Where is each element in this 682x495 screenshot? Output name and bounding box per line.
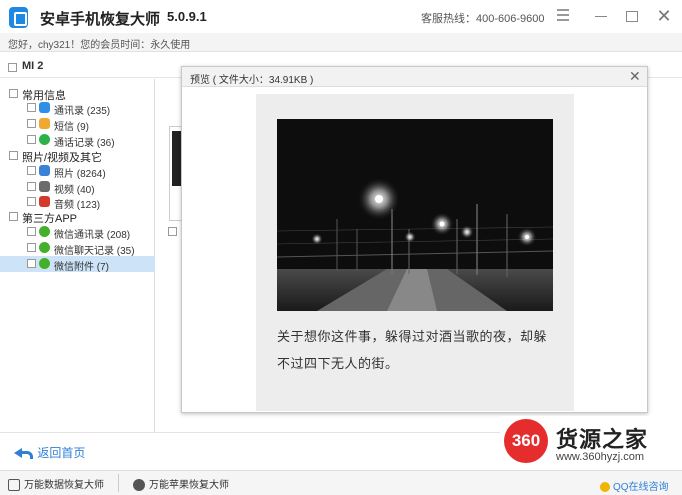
wechat-icon: [39, 242, 50, 253]
sidebar-item-wechat-contacts[interactable]: 微信通讯录 (208): [0, 224, 155, 241]
category-media[interactable]: 照片/视频及其它: [0, 148, 155, 164]
apple-recovery-link[interactable]: 万能苹果恢复大师: [133, 476, 229, 492]
sidebar-item-videos[interactable]: 视频 (40): [0, 179, 155, 196]
sidebar-item-label: 照片 (8264): [54, 169, 106, 180]
sidebar-item-label: 微信通讯录 (208): [54, 230, 131, 241]
sidebar-item-label: 微信附件 (7): [54, 262, 109, 273]
qq-icon: [600, 482, 610, 493]
preview-photo: [277, 119, 553, 311]
item-checkbox[interactable]: [27, 259, 36, 268]
category-checkbox[interactable]: [9, 151, 18, 160]
app-version: 5.0.9.1: [167, 9, 207, 24]
sidebar-item-wechat-attachments[interactable]: 微信附件 (7): [0, 256, 155, 273]
data-recovery-link[interactable]: 万能数据恢复大师: [8, 476, 104, 492]
item-checkbox[interactable]: [27, 182, 36, 191]
photo-icon: [39, 165, 50, 176]
device-checkbox[interactable]: [8, 63, 17, 72]
membership-text: 您好，chy321！您的会员时间：永久使用: [8, 40, 191, 51]
preview-dialog: 预览 ( 文件大小：34.91KB ) ✕ 关于想你这件事，躲得过对酒当歌的夜，…: [181, 66, 648, 413]
contacts-icon: [39, 102, 50, 113]
item-checkbox[interactable]: [27, 227, 36, 236]
sidebar-item-photos[interactable]: 照片 (8264): [0, 163, 155, 180]
item-checkbox[interactable]: [27, 135, 36, 144]
close-button[interactable]: ✕: [654, 6, 674, 26]
hotline-text: 客服热线：400-606-9600: [421, 13, 545, 25]
back-home-button[interactable]: 返回首页: [14, 444, 85, 461]
thumbnail-checkbox[interactable]: [168, 227, 177, 236]
data-recovery-icon: [8, 479, 20, 492]
watermark-url: www.360hyzj.com: [556, 451, 645, 463]
sidebar-item-label: 短信 (9): [54, 122, 89, 133]
sidebar-item-label: 通话记录 (36): [54, 138, 115, 149]
sidebar-item-call-log[interactable]: 通话记录 (36): [0, 132, 155, 149]
watermark-title: 货源之家: [556, 427, 649, 452]
watermark-logo: 360: [504, 419, 548, 463]
category-third-party[interactable]: 第三方APP: [0, 209, 155, 225]
preview-caption: 关于想你这件事，躲得过对酒当歌的夜，却躲不过四下无人的街。: [277, 329, 548, 371]
back-arrow-icon: [14, 447, 33, 459]
phone-icon: [39, 134, 50, 145]
footer-bar: 万能数据恢复大师 万能苹果恢复大师 QQ在线咨询: [0, 470, 682, 495]
title-bar: 安卓手机恢复大师 5.0.9.1 客服热线：400-606-9600 ✕: [0, 0, 682, 33]
sms-icon: [39, 118, 50, 129]
item-checkbox[interactable]: [27, 103, 36, 112]
minimize-button[interactable]: [591, 6, 611, 26]
watermark: 360 货源之家 www.360hyzj.com: [500, 416, 682, 468]
wechat-icon: [39, 258, 50, 269]
video-icon: [39, 181, 50, 192]
category-checkbox[interactable]: [9, 212, 18, 221]
sidebar-item-label: 通讯录 (235): [54, 106, 111, 117]
category-sidebar: 常用信息 通讯录 (235) 短信 (9) 通话记录 (36) 照片/视频及其它…: [0, 79, 155, 432]
app-logo-icon: [9, 7, 28, 28]
app-title: 安卓手机恢复大师: [40, 11, 161, 28]
sidebar-item-contacts[interactable]: 通讯录 (235): [0, 100, 155, 117]
preview-image-area: 关于想你这件事，躲得过对酒当歌的夜，却躲不过四下无人的街。: [256, 94, 574, 411]
wechat-icon: [39, 226, 50, 237]
menu-icon[interactable]: [553, 6, 573, 26]
preview-close-button[interactable]: ✕: [629, 68, 641, 85]
back-home-label: 返回首页: [37, 446, 86, 460]
item-checkbox[interactable]: [27, 197, 36, 206]
item-checkbox[interactable]: [27, 166, 36, 175]
category-checkbox[interactable]: [9, 89, 18, 98]
item-checkbox[interactable]: [27, 119, 36, 128]
sidebar-item-audio[interactable]: 音频 (123): [0, 194, 155, 211]
sidebar-item-wechat-chats[interactable]: 微信聊天记录 (35): [0, 240, 155, 257]
apple-icon: [133, 479, 145, 492]
qq-consult-link[interactable]: QQ在线咨询: [600, 478, 669, 493]
audio-icon: [39, 196, 50, 207]
membership-bar: 您好，chy321！您的会员时间：永久使用: [0, 33, 682, 52]
sidebar-item-label: 微信聊天记录 (35): [54, 246, 135, 257]
item-checkbox[interactable]: [27, 243, 36, 252]
footer-item-label: 万能苹果恢复大师: [149, 480, 229, 491]
qq-label: QQ在线咨询: [613, 482, 669, 493]
footer-divider: [118, 474, 119, 492]
device-name: MI 2: [22, 60, 44, 72]
footer-item-label: 万能数据恢复大师: [24, 480, 104, 491]
preview-title: 预览 ( 文件大小：34.91KB ): [190, 75, 314, 86]
preview-header: 预览 ( 文件大小：34.91KB ) ✕: [182, 67, 647, 87]
maximize-button[interactable]: [621, 6, 641, 26]
sidebar-item-sms[interactable]: 短信 (9): [0, 116, 155, 133]
